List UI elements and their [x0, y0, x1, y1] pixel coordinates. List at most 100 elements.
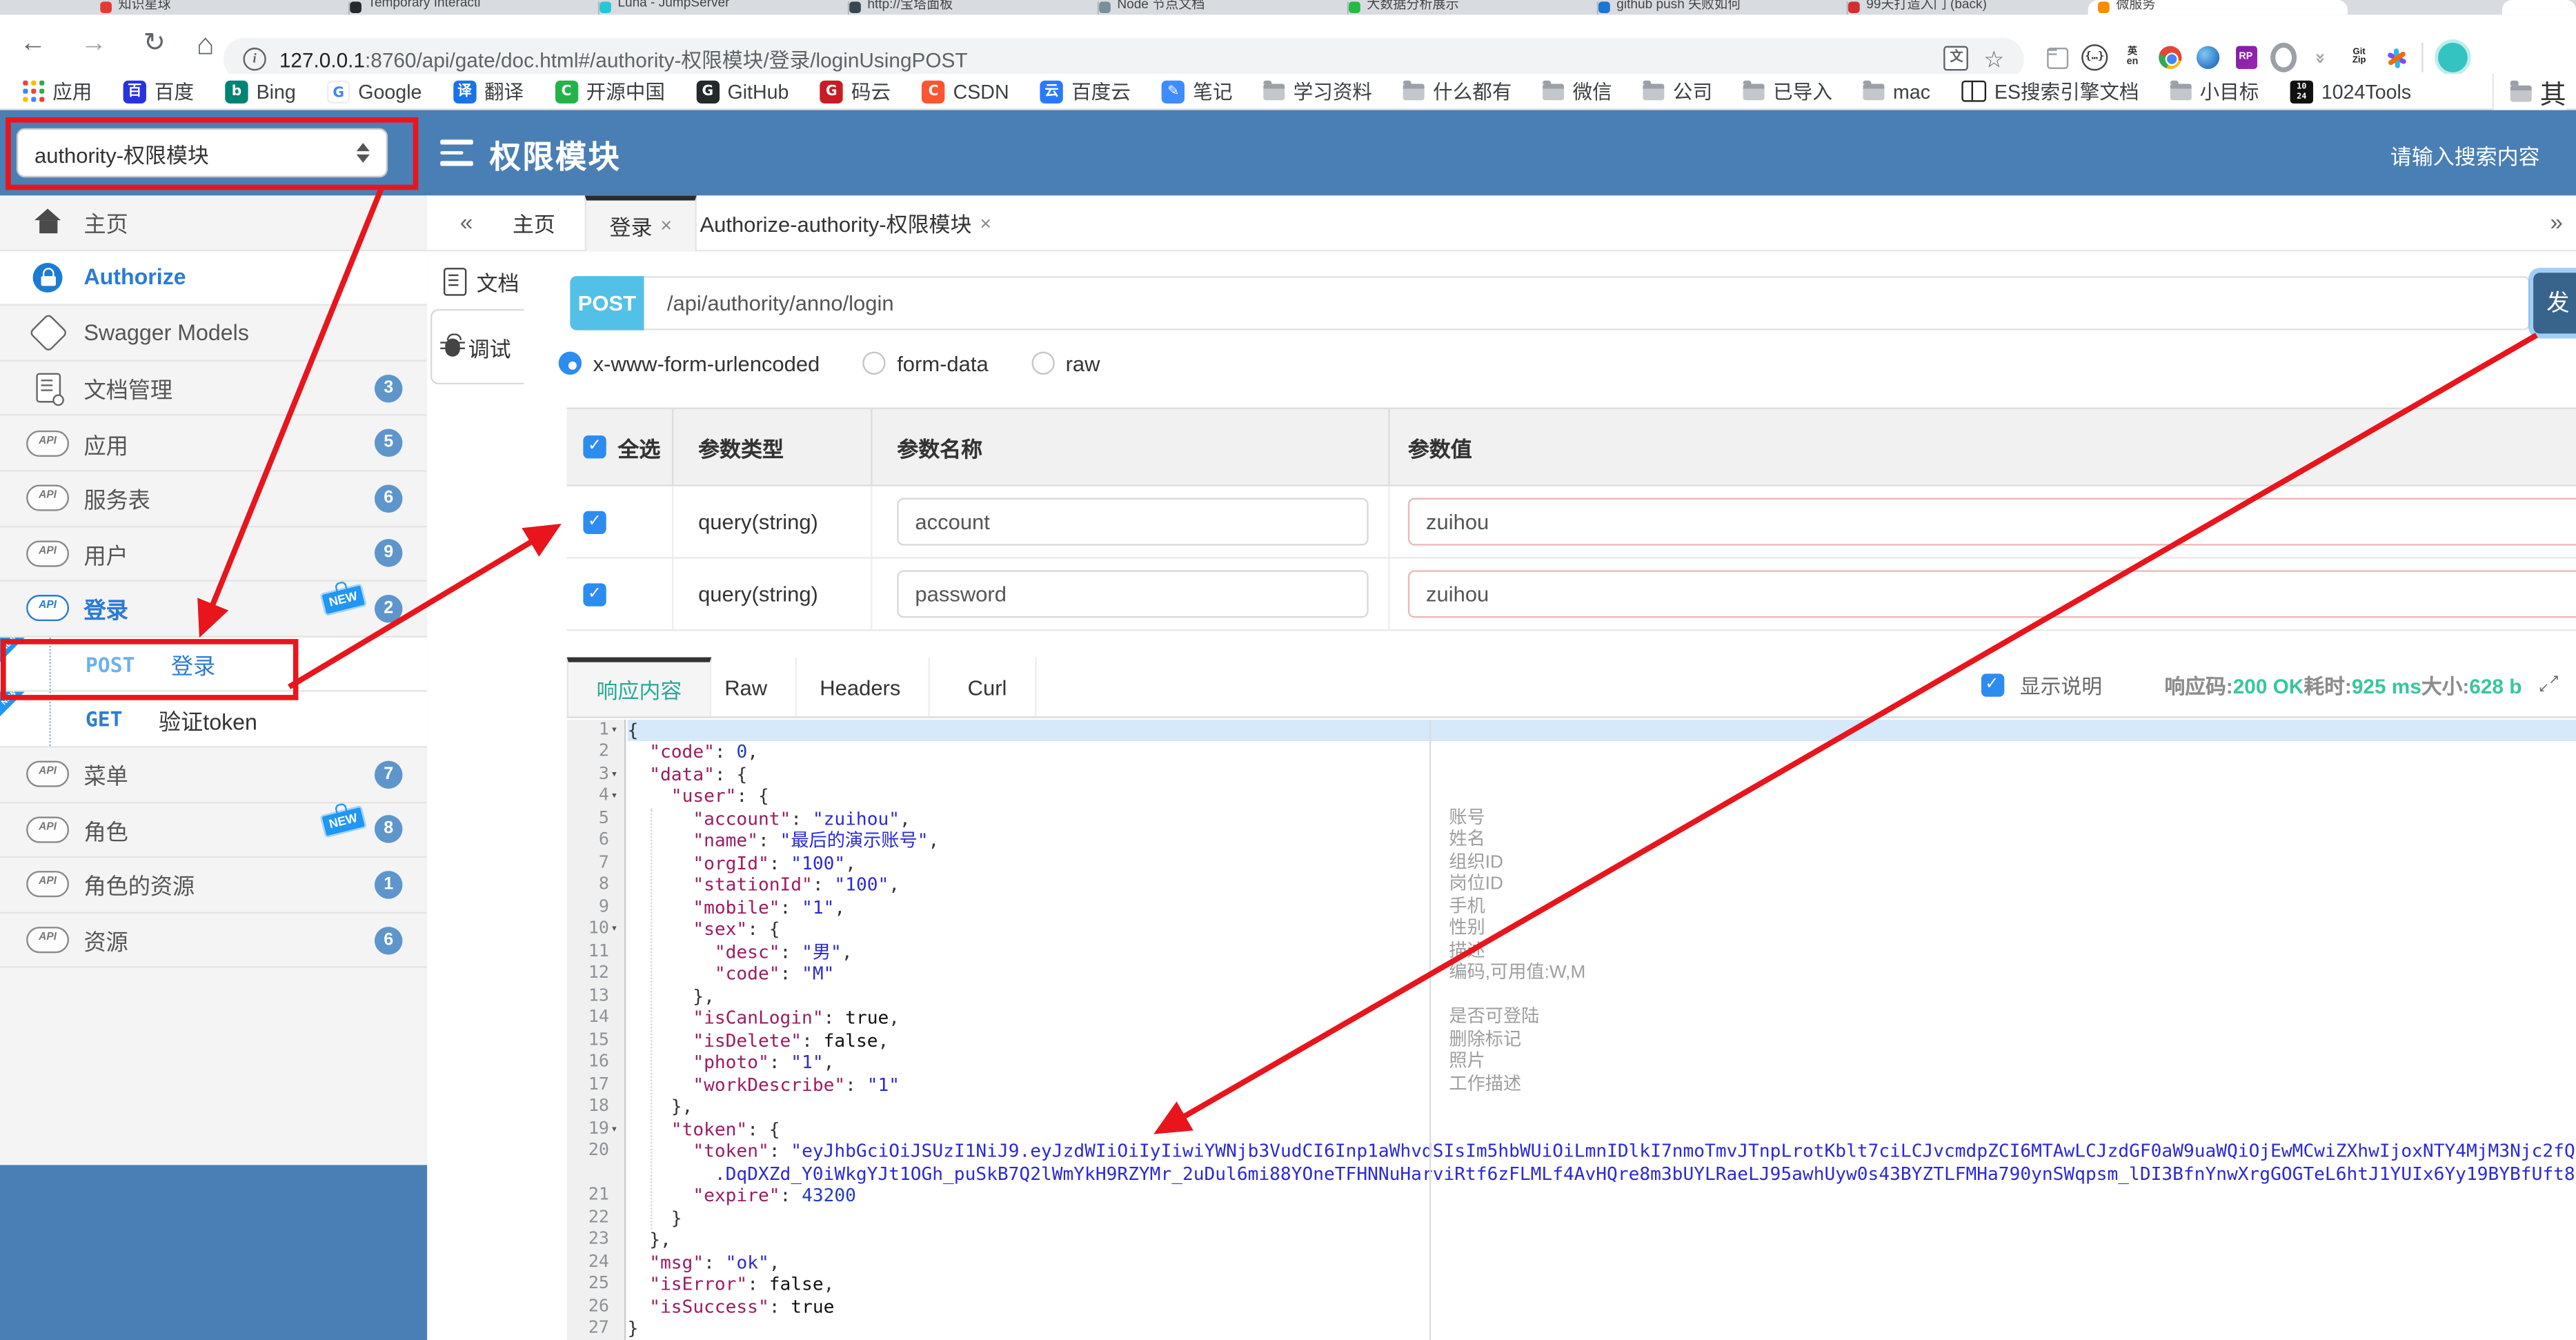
translate-page-icon[interactable]: 文 [1944, 46, 1969, 71]
show-desc-checkbox[interactable]: ✓ [1980, 673, 2004, 696]
sidebar-item[interactable]: API 用户 9 [0, 526, 428, 582]
bookmark-item[interactable]: ✎ 笔记 [1162, 77, 1233, 105]
request-path-input[interactable]: /api/authority/anno/login [644, 276, 2530, 331]
content-tab[interactable]: 主页 [486, 195, 582, 250]
bookmark-item[interactable]: b Bing [225, 79, 296, 103]
param-value-input[interactable]: zuihou [1407, 570, 2576, 618]
response-tab[interactable]: 响应内容 [566, 657, 712, 717]
url-text[interactable]: 127.0.0.1:8760/api/gate/doc.html#/author… [279, 43, 968, 74]
json-braces-extension-icon[interactable]: {…} [2081, 44, 2108, 71]
param-name-input[interactable]: password [897, 570, 1369, 618]
content-tab[interactable]: Authorize-authority-权限模块 × [677, 195, 1014, 250]
browser-tab[interactable]: 微服务 [2088, 0, 2348, 15]
send-button[interactable]: 发 [2533, 273, 2576, 334]
sidebar-item[interactable]: 文档管理 3 [0, 361, 428, 417]
bookmark-item[interactable]: 微信 [1543, 77, 1612, 105]
page-info-icon[interactable]: i [243, 46, 266, 70]
rp-extension-icon[interactable]: RP [2232, 44, 2259, 70]
bookmark-item[interactable]: 译翻译 [453, 77, 524, 105]
bookmark-item[interactable]: C CSDN [922, 79, 1009, 103]
main-content: « » 主页 登录 × Authorize-authority-权限模块 × 文档 调试… [427, 195, 2576, 1340]
param-checkbox[interactable]: ✓ [583, 510, 606, 533]
sidebar-endpoint-post[interactable]: NEW POST 登录 [0, 634, 428, 693]
bookmark-item[interactable]: G GitHub [696, 79, 789, 103]
sidebar-item[interactable]: API 菜单 7 [0, 748, 428, 803]
sidebar-item[interactable]: API 资源 6 [0, 914, 428, 969]
response-tab[interactable]: Raw [697, 657, 797, 717]
param-checkbox[interactable]: ✓ [583, 582, 606, 606]
response-tab[interactable]: Curl [940, 657, 1037, 717]
browser-tab[interactable]: Temporary Interacti [340, 0, 600, 15]
ring-extension-icon[interactable] [2270, 42, 2297, 72]
sidebar-item[interactable]: Authorize [0, 250, 428, 306]
bookmarks-overflow-folder[interactable]: 其 [2492, 74, 2566, 110]
radio-icon[interactable] [862, 351, 886, 375]
bookmark-item[interactable]: mac [1863, 79, 1930, 103]
param-name-input[interactable]: account [897, 497, 1369, 546]
bookmark-item[interactable]: 已导入 [1743, 77, 1832, 105]
bookmark-item[interactable]: 云百度云 [1040, 77, 1131, 105]
bookmark-item[interactable]: 百百度 [123, 77, 194, 105]
sidebar-item[interactable]: API 角色 NEW 8 [0, 803, 428, 858]
gitzip-extension-icon[interactable]: Git Zip [2346, 44, 2372, 70]
body-type-option[interactable]: form-data [862, 351, 989, 375]
close-tab-icon[interactable]: × [980, 212, 991, 235]
browser-tab[interactable]: Node 节点文档 [1089, 0, 1349, 15]
sidebar-item[interactable]: API 应用 5 [0, 416, 428, 472]
browser-tab[interactable]: http://宝塔面板 [840, 0, 1100, 15]
response-body-editor[interactable]: 1▾2▾3▾4▾5▾6▾7▾8▾9▾10▾11▾12▾13▾14▾15▾16▾1… [566, 718, 2576, 1340]
module-select[interactable]: authority-权限模块 [16, 128, 388, 178]
bookmark-item[interactable]: 应用 [23, 77, 92, 105]
sidebar-item[interactable]: 主页 [0, 195, 428, 251]
expand-icon[interactable]: ↗ ↙ [2538, 673, 2559, 695]
browser-tab[interactable]: 知识星球 [90, 0, 350, 15]
chrome-extension-icon[interactable] [2157, 44, 2183, 70]
browser-tab[interactable]: github push 失败如何 [1589, 0, 1849, 15]
doc-nav-debug[interactable]: 调试 [430, 308, 524, 385]
bookmark-item[interactable]: 什么都有 [1403, 77, 1512, 105]
close-tab-icon[interactable]: × [660, 214, 672, 237]
browser-tab[interactable]: 99天打造入门 (back) [1839, 0, 2099, 15]
bookmark-item[interactable]: C 开源中国 [555, 77, 665, 105]
select-all-checkbox[interactable]: ✓ [583, 435, 606, 459]
body-type-option[interactable]: raw [1031, 351, 1100, 375]
sidebar-endpoint-get[interactable]: NEW GET 验证token [0, 689, 428, 748]
bookmark-star-icon[interactable]: ☆ [1983, 47, 2004, 70]
color-asterisk-extension-icon[interactable] [2384, 44, 2410, 70]
bookmark-item[interactable]: 10 24 1024Tools [2290, 79, 2411, 103]
browser-tab[interactable]: Luna - JumpServer [590, 0, 850, 15]
sidebar-item[interactable]: API 服务表 6 [0, 471, 428, 527]
bookmark-item[interactable]: 公司 [1643, 77, 1712, 105]
tabs-expand-icon[interactable]: » [2550, 208, 2563, 235]
radio-icon[interactable] [558, 351, 582, 375]
reader-extension-icon[interactable] [2043, 44, 2070, 70]
bookmark-item[interactable]: G 码云 [820, 77, 891, 105]
profile-avatar[interactable] [2435, 39, 2471, 76]
request-method-badge: POST [570, 276, 644, 331]
response-tab[interactable]: Headers [792, 657, 931, 717]
globe-extension-icon[interactable] [2195, 44, 2221, 70]
radio-icon[interactable] [1031, 351, 1054, 375]
sidebar-item[interactable]: API 登录 NEW 2 [0, 582, 428, 638]
tabs-collapse-icon[interactable]: « [460, 208, 473, 235]
sidebar-item[interactable]: API 角色的资源 1 [0, 858, 428, 914]
bookmark-item[interactable]: G Google [327, 79, 422, 103]
forward-icon[interactable]: → [74, 25, 113, 64]
doc-nav-document[interactable]: 文档 [443, 266, 519, 297]
param-value-input[interactable]: zuihou [1407, 497, 2576, 546]
status-value: 628 b [2469, 675, 2522, 699]
home-icon[interactable]: ⌂ [186, 25, 225, 64]
menu-toggle-icon[interactable] [440, 139, 473, 166]
bookmark-item[interactable]: 学习资料 [1263, 77, 1372, 105]
chevrons-extension-icon[interactable]: » [2308, 44, 2335, 70]
header-search-input[interactable]: 请输入搜索内容 [2390, 139, 2540, 170]
bookmark-item[interactable]: ES搜索引擎文档 [1961, 77, 2139, 105]
browser-tab[interactable]: 大数据分析展示 [1339, 0, 1599, 15]
sidebar-item[interactable]: Swagger Models [0, 306, 428, 362]
reload-icon[interactable]: ↻ [135, 25, 174, 64]
new-tab-area[interactable] [2501, 0, 2576, 15]
en-translate-extension-icon[interactable]: 英 en [2119, 44, 2146, 70]
back-icon[interactable]: ← [13, 25, 52, 64]
body-type-option[interactable]: x-www-form-urlencoded [558, 351, 820, 375]
bookmark-item[interactable]: 小目标 [2170, 77, 2259, 105]
